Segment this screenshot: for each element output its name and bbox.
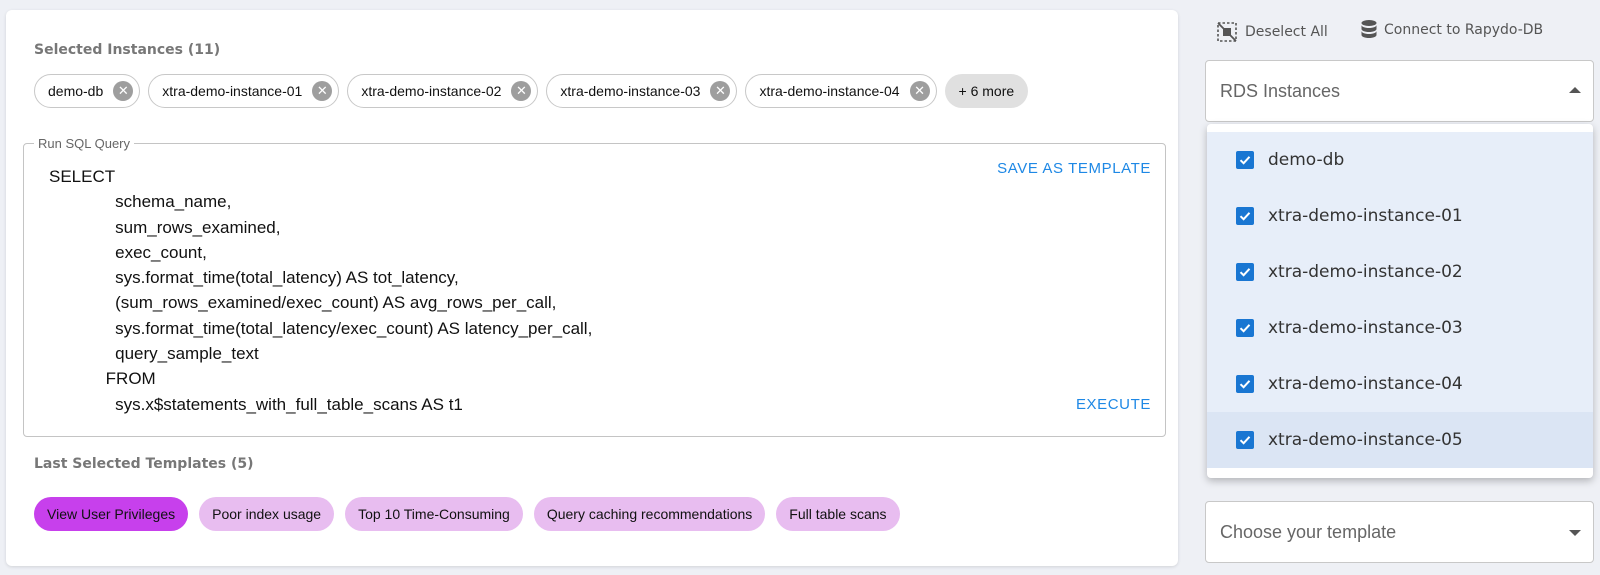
rds-instances-dropdown: demo-db xtra-demo-instance-01 xtra-demo-… — [1207, 124, 1593, 478]
chip-label: xtra-demo-instance-03 — [560, 83, 701, 99]
close-icon[interactable]: ✕ — [113, 81, 134, 101]
sql-query-text[interactable]: SELECT schema_name, sum_rows_examined, e… — [49, 164, 592, 417]
checkbox-checked-icon[interactable] — [1236, 375, 1254, 393]
rds-option[interactable]: xtra-demo-instance-02 — [1207, 244, 1593, 300]
rds-option-label: demo-db — [1268, 150, 1345, 170]
rds-option-label: xtra-demo-instance-04 — [1268, 374, 1463, 394]
deselect-all-button[interactable]: Deselect All — [1215, 20, 1328, 44]
rds-option[interactable]: xtra-demo-instance-03 — [1207, 300, 1593, 356]
template-chip-poor-index-usage[interactable]: Poor index usage — [199, 497, 335, 531]
chip-label: demo-db — [48, 83, 104, 99]
sql-query-legend: Run SQL Query — [34, 136, 135, 151]
checkbox-checked-icon[interactable] — [1236, 431, 1254, 449]
chip-label: xtra-demo-instance-02 — [361, 83, 502, 99]
rds-option-label: xtra-demo-instance-02 — [1268, 262, 1463, 282]
rds-option[interactable]: demo-db — [1207, 132, 1593, 188]
rds-option[interactable]: xtra-demo-instance-01 — [1207, 188, 1593, 244]
close-icon[interactable]: ✕ — [909, 81, 930, 101]
chip-label: xtra-demo-instance-04 — [759, 83, 900, 99]
connect-rapydo-button[interactable]: Connect to Rapydo-DB — [1360, 19, 1543, 41]
rds-option[interactable]: xtra-demo-instance-04 — [1207, 356, 1593, 412]
checkbox-checked-icon[interactable] — [1236, 319, 1254, 337]
template-select-placeholder: Choose your template — [1220, 521, 1397, 542]
selected-instances-chips: demo-db ✕ xtra-demo-instance-01 ✕ xtra-d… — [34, 74, 1029, 108]
template-select[interactable]: Choose your template — [1205, 501, 1594, 563]
rds-option-label: xtra-demo-instance-01 — [1268, 206, 1463, 226]
instance-chip[interactable]: demo-db ✕ — [34, 74, 141, 108]
query-card: Selected Instances (11) demo-db ✕ xtra-d… — [6, 10, 1178, 566]
instance-chip[interactable]: xtra-demo-instance-03 ✕ — [546, 74, 738, 108]
template-chip-view-user-privileges[interactable]: View User Privileges — [34, 497, 189, 531]
save-as-template-button[interactable]: SAVE AS TEMPLATE — [997, 160, 1151, 177]
database-icon — [1361, 20, 1377, 38]
caret-up-icon — [1569, 87, 1581, 93]
close-icon[interactable]: ✕ — [511, 81, 532, 101]
checkbox-checked-icon[interactable] — [1236, 207, 1254, 225]
connect-rapydo-label: Connect to Rapydo-DB — [1384, 22, 1544, 38]
template-chip-query-caching[interactable]: Query caching recommendations — [533, 497, 766, 531]
template-chip-full-table-scans[interactable]: Full table scans — [776, 497, 900, 531]
execute-button[interactable]: EXECUTE — [1076, 396, 1151, 413]
deselect-icon — [1217, 22, 1237, 42]
rds-option-label: xtra-demo-instance-05 — [1268, 430, 1463, 450]
rds-option[interactable]: xtra-demo-instance-05 — [1207, 412, 1593, 468]
last-templates-title: Last Selected Templates (5) — [34, 456, 254, 472]
last-templates-chips: View User Privileges Poor index usage To… — [34, 497, 900, 531]
more-instances-chip[interactable]: + 6 more — [944, 74, 1029, 108]
instance-chip[interactable]: xtra-demo-instance-01 ✕ — [148, 74, 340, 108]
selected-instances-title: Selected Instances (11) — [34, 42, 221, 58]
deselect-all-label: Deselect All — [1245, 24, 1328, 40]
rds-option-label: xtra-demo-instance-03 — [1268, 318, 1463, 338]
rds-instances-select[interactable]: RDS Instances — [1205, 60, 1594, 122]
close-icon[interactable]: ✕ — [710, 81, 731, 101]
sql-query-field[interactable]: Run SQL Query SELECT schema_name, sum_ro… — [23, 136, 1166, 437]
template-chip-top-10-time-consuming[interactable]: Top 10 Time-Consuming — [345, 497, 523, 531]
checkbox-checked-icon[interactable] — [1236, 151, 1254, 169]
rds-instances-label: RDS Instances — [1220, 80, 1341, 101]
close-icon[interactable]: ✕ — [312, 81, 333, 101]
checkbox-checked-icon[interactable] — [1236, 263, 1254, 281]
instance-chip[interactable]: xtra-demo-instance-04 ✕ — [745, 74, 937, 108]
chip-label: xtra-demo-instance-01 — [162, 83, 303, 99]
caret-down-icon — [1569, 530, 1581, 536]
instance-chip[interactable]: xtra-demo-instance-02 ✕ — [347, 74, 539, 108]
